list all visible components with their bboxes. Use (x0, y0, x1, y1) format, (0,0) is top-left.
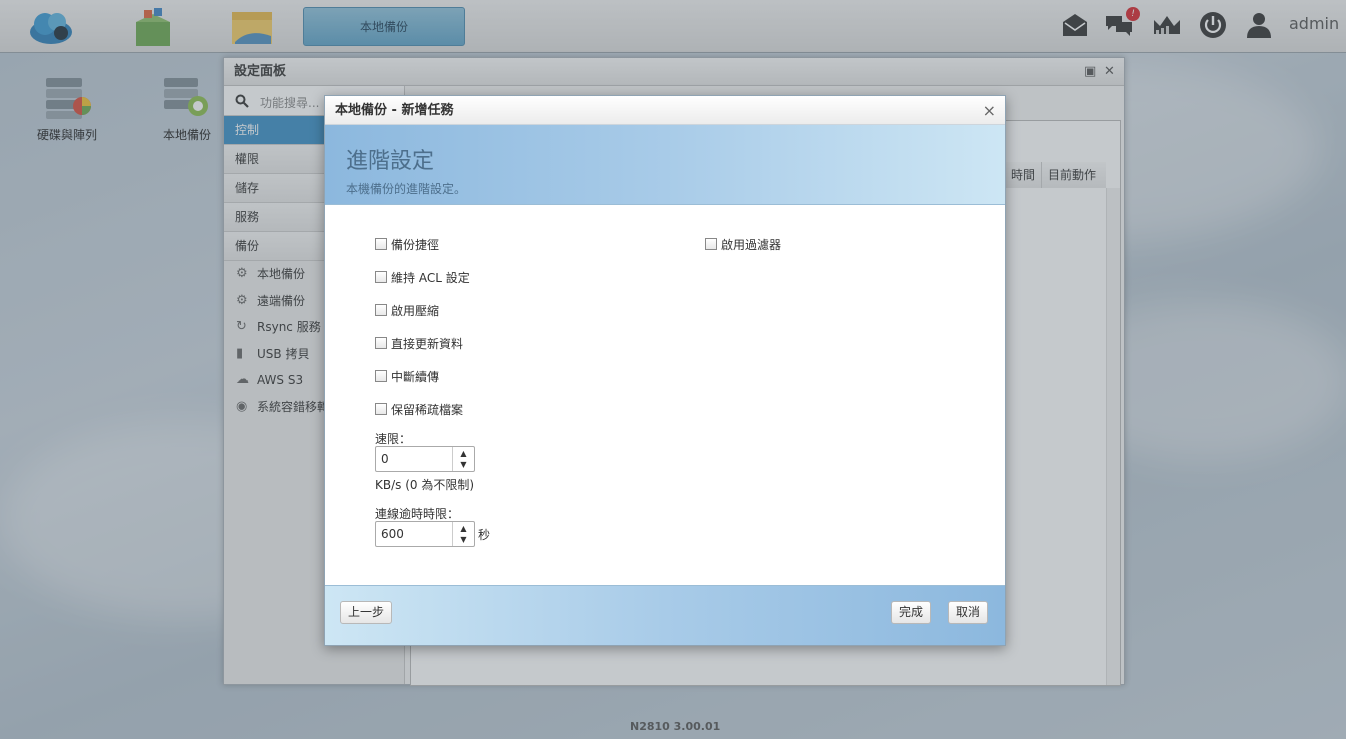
dialog-title: 本地備份 - 新增任務 (335, 103, 454, 118)
checkbox[interactable] (375, 337, 387, 349)
timeout-value[interactable]: 600 (381, 527, 404, 541)
dialog-titlebar: 本地備份 - 新增任務 × (325, 96, 1005, 125)
cancel-button[interactable]: 取消 (948, 601, 989, 624)
checkbox[interactable] (705, 238, 717, 250)
checkbox-label: 中斷續傳 (391, 370, 440, 384)
checkbox[interactable] (375, 238, 387, 250)
checkbox-sparse-files[interactable]: 保留稀疏檔案 (375, 401, 463, 418)
checkbox-update-directly[interactable]: 直接更新資料 (375, 335, 463, 352)
stepper-arrows[interactable]: ▲ ▼ (452, 447, 474, 471)
dialog-heading: 進階設定 (346, 149, 435, 174)
checkbox-label: 維持 ACL 設定 (391, 271, 470, 285)
dialog-subheading: 本機備份的進階設定。 (346, 182, 467, 196)
checkbox-resume[interactable]: 中斷續傳 (375, 368, 439, 385)
checkbox-filter[interactable]: 啟用過濾器 (705, 236, 781, 253)
checkbox[interactable] (375, 271, 387, 283)
checkbox-compression[interactable]: 啟用壓縮 (375, 302, 439, 319)
checkbox-label: 啟用壓縮 (391, 304, 440, 318)
close-icon[interactable]: × (983, 96, 996, 125)
checkbox-backup-shortcut[interactable]: 備份捷徑 (375, 236, 439, 253)
arrow-up-icon[interactable]: ▲ (460, 524, 466, 533)
arrow-up-icon[interactable]: ▲ (460, 449, 466, 458)
checkbox-label: 啟用過濾器 (721, 238, 782, 252)
finish-button[interactable]: 完成 (891, 601, 932, 624)
new-task-dialog: 本地備份 - 新增任務 × 進階設定 本機備份的進階設定。 備份捷徑 維持 AC… (324, 95, 1006, 646)
timeout-stepper[interactable]: 600 ▲ ▼ (375, 521, 475, 547)
timeout-unit: 秒 (478, 528, 491, 542)
checkbox-label: 保留稀疏檔案 (391, 403, 464, 417)
arrow-down-icon[interactable]: ▼ (460, 535, 466, 544)
speed-limit-label: 速限： (375, 432, 412, 446)
arrow-down-icon[interactable]: ▼ (460, 460, 466, 469)
stepper-arrows[interactable]: ▲ ▼ (452, 522, 474, 546)
checkbox[interactable] (375, 403, 387, 415)
checkbox[interactable] (375, 304, 387, 316)
speed-limit-stepper[interactable]: 0 ▲ ▼ (375, 446, 475, 472)
speed-limit-hint: KB/s (0 為不限制) (375, 478, 475, 492)
checkbox-keep-acl[interactable]: 維持 ACL 設定 (375, 269, 470, 286)
checkbox-label: 直接更新資料 (391, 337, 464, 351)
checkbox[interactable] (375, 370, 387, 382)
back-button[interactable]: 上一步 (340, 601, 393, 624)
speed-limit-value[interactable]: 0 (381, 452, 389, 466)
dialog-footer: 上一步 完成 取消 (325, 585, 1005, 645)
timeout-label: 連線逾時時限： (375, 507, 460, 521)
dialog-body: 備份捷徑 維持 ACL 設定 啟用壓縮 直接更新資料 中斷續傳 保留稀疏檔案 啟… (325, 205, 1005, 585)
checkbox-label: 備份捷徑 (391, 238, 440, 252)
dialog-header: 進階設定 本機備份的進階設定。 (325, 125, 1005, 205)
